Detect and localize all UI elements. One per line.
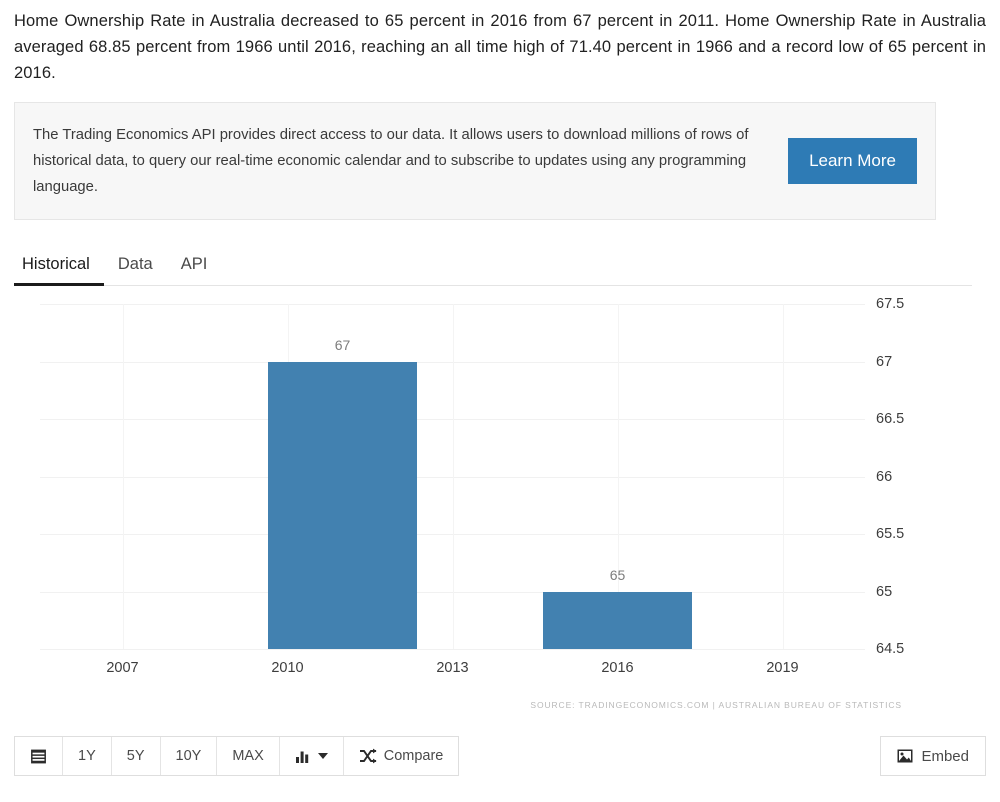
y-axis-tick-label: 65 [876,583,893,600]
x-axis-tick-label: 2007 [106,660,139,676]
x-axis-tick-label: 2016 [601,660,634,676]
range-1y-button[interactable]: 1Y [63,737,112,775]
chart-plot-area: 67 65 [40,304,865,650]
bar-value-label: 65 [609,566,626,583]
x-axis-tick-label: 2019 [766,660,799,676]
chart-source-attribution: SOURCE: TRADINGECONOMICS.COM | AUSTRALIA… [530,700,902,710]
chart-type-dropdown[interactable] [279,737,344,775]
home-ownership-chart[interactable]: 67 65 67.5 67 66.5 66 65.5 65 64.5 2007 2010 2013 2… [0,296,1000,716]
range-10y-button[interactable]: 10Y [160,737,218,775]
x-axis-tick-label: 2010 [271,660,304,676]
summary-paragraph: Home Ownership Rate in Australia decreas… [14,12,986,82]
bar-value-label: 67 [334,336,351,353]
chart-bar[interactable] [267,361,418,649]
y-axis-tick-label: 67.5 [876,296,905,312]
chart-toolbar: 1Y 5Y 10Y MAX Compare [14,736,460,776]
gridline-vertical [452,304,454,649]
y-axis-tick-label: 66.5 [876,411,905,427]
compare-button[interactable]: Compare [343,737,459,775]
tab-data[interactable]: Data [104,255,167,285]
range-5y-button[interactable]: 5Y [111,737,161,775]
image-icon [897,749,913,763]
gridline-vertical [782,304,784,649]
content-tabs: Historical Data API [14,242,972,286]
embed-button[interactable]: Embed [880,736,986,776]
range-max-button[interactable]: MAX [217,737,280,775]
x-axis-tick-label: 2013 [436,660,469,676]
calendar-icon [30,748,47,765]
embed-label: Embed [921,747,969,765]
learn-more-button[interactable]: Learn More [788,138,917,184]
calendar-range-button[interactable] [15,737,63,775]
api-promo-banner: The Trading Economics API provides direc… [14,102,936,220]
gridline-vertical [122,304,124,649]
y-axis-tick-label: 66 [876,468,893,485]
gridline-horizontal [40,649,865,650]
shuffle-icon [359,748,377,764]
compare-label: Compare [383,748,444,764]
chart-bar[interactable] [542,591,693,649]
api-promo-text: The Trading Economics API provides direc… [33,127,749,195]
bar-chart-icon [295,749,311,764]
tab-api[interactable]: API [167,255,222,285]
chevron-down-icon [317,752,328,760]
tab-historical[interactable]: Historical [14,255,104,286]
y-axis-tick-label: 64.5 [876,641,905,657]
y-axis-tick-label: 67 [876,353,893,370]
y-axis-tick-label: 65.5 [876,526,905,542]
